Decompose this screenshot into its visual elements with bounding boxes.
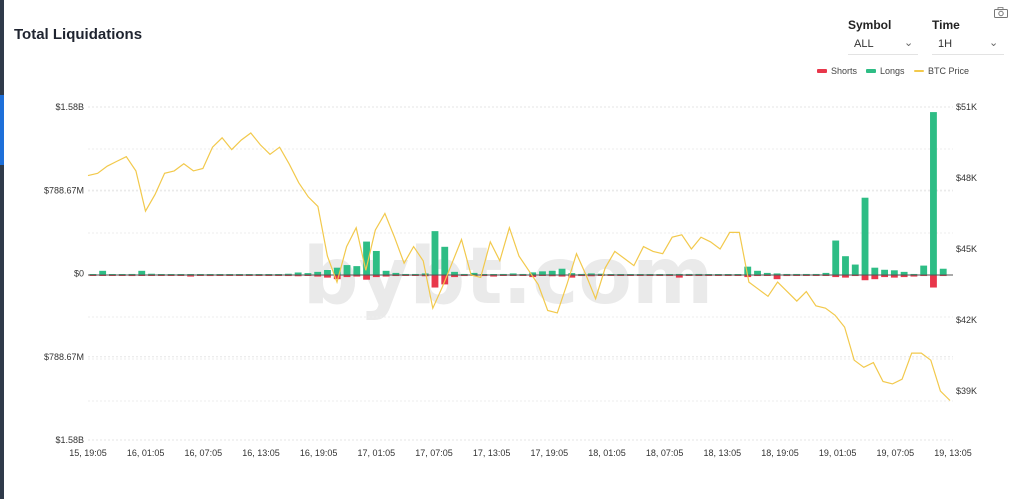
bar-shorts bbox=[363, 275, 370, 280]
y-right-tick-label: $42K bbox=[956, 315, 977, 325]
bar-longs bbox=[842, 256, 849, 275]
x-tick-label: 19, 01:05 bbox=[819, 448, 857, 458]
x-tick-label: 16, 07:05 bbox=[185, 448, 223, 458]
y-left-tick-label: $788.67M bbox=[44, 185, 84, 195]
x-tick-label: 18, 07:05 bbox=[646, 448, 684, 458]
bar-longs bbox=[881, 269, 889, 275]
x-tick-label: 16, 19:05 bbox=[300, 448, 338, 458]
bar-longs bbox=[871, 267, 879, 275]
bar-shorts bbox=[773, 275, 781, 280]
bar-longs bbox=[382, 270, 390, 275]
bar-longs bbox=[861, 197, 869, 275]
y-right-tick-label: $45K bbox=[956, 244, 977, 254]
bar-longs bbox=[431, 231, 439, 275]
bar-shorts bbox=[431, 275, 439, 288]
bar-shorts bbox=[871, 275, 879, 280]
bar-longs bbox=[558, 268, 566, 275]
x-tick-label: 17, 13:05 bbox=[473, 448, 511, 458]
bar-longs bbox=[548, 270, 556, 275]
y-left-tick-label: $1.58B bbox=[55, 435, 84, 445]
bar-longs bbox=[930, 112, 937, 275]
bar-longs bbox=[372, 250, 380, 275]
y-left-tick-label: $0 bbox=[74, 269, 84, 279]
x-tick-label: 19, 07:05 bbox=[877, 448, 915, 458]
x-tick-label: 17, 07:05 bbox=[415, 448, 453, 458]
bar-longs bbox=[138, 270, 146, 275]
bar-longs bbox=[939, 268, 947, 275]
bar-longs bbox=[832, 240, 840, 275]
bar-longs bbox=[890, 270, 898, 275]
bar-longs bbox=[353, 266, 361, 275]
x-tick-label: 16, 13:05 bbox=[242, 448, 280, 458]
x-tick-label: 18, 19:05 bbox=[761, 448, 799, 458]
y-right-tick-label: $51K bbox=[956, 102, 977, 112]
x-tick-label: 16, 01:05 bbox=[127, 448, 165, 458]
bar-longs bbox=[851, 264, 859, 275]
y-left-tick-label: $788.67M bbox=[44, 352, 84, 362]
x-tick-label: 19, 13:05 bbox=[934, 448, 972, 458]
bar-longs bbox=[99, 270, 107, 275]
liquidations-chart: bybt.com$1.58B$788.67M$0$788.67M$1.58B$5… bbox=[44, 102, 977, 458]
bar-shorts bbox=[930, 275, 937, 288]
bar-longs bbox=[343, 265, 351, 275]
y-right-tick-label: $39K bbox=[956, 386, 977, 396]
bar-longs bbox=[539, 271, 546, 275]
x-tick-label: 17, 01:05 bbox=[358, 448, 396, 458]
x-tick-label: 15, 19:05 bbox=[69, 448, 107, 458]
x-tick-label: 18, 13:05 bbox=[704, 448, 742, 458]
x-tick-label: 18, 01:05 bbox=[588, 448, 626, 458]
bar-longs bbox=[324, 269, 331, 275]
bar-longs bbox=[754, 270, 761, 275]
bar-shorts bbox=[861, 275, 869, 281]
x-tick-label: 17, 19:05 bbox=[531, 448, 569, 458]
y-left-tick-label: $1.58B bbox=[55, 102, 84, 112]
bar-longs bbox=[920, 265, 928, 275]
bar-longs bbox=[441, 246, 449, 275]
y-right-tick-label: $48K bbox=[956, 173, 977, 183]
